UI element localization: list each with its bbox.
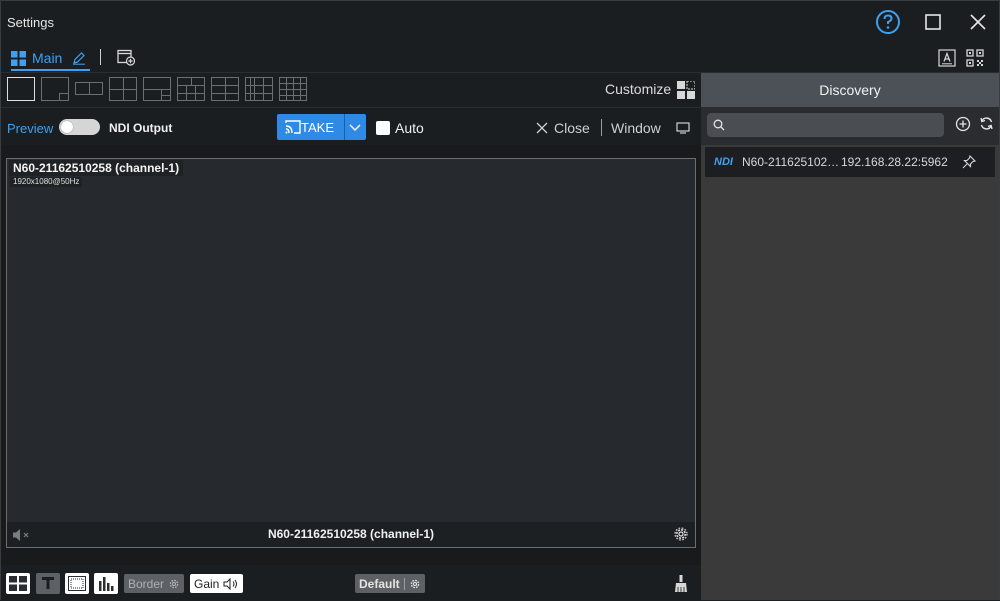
layout-sixteen[interactable] xyxy=(279,77,307,101)
discovery-title: Discovery xyxy=(819,82,881,98)
gear-icon xyxy=(169,579,179,588)
layout-one-plus-two[interactable] xyxy=(143,77,171,101)
maximize-button[interactable] xyxy=(917,7,949,37)
cast-icon xyxy=(285,120,301,134)
monitor-footer: N60-21162510258 (channel-1) xyxy=(7,522,695,547)
qr-code-button[interactable] xyxy=(966,49,984,72)
window-button[interactable]: Window xyxy=(611,120,661,136)
close-source-button[interactable]: Close xyxy=(554,120,590,136)
help-button[interactable] xyxy=(872,7,904,37)
video-monitor[interactable]: N60-21162510258 (channel-1) 1920x1080@50… xyxy=(6,158,696,548)
title-overlay-button[interactable] xyxy=(36,573,60,594)
bottom-toolbar: Border Gain Default xyxy=(1,565,701,601)
border-label: Border xyxy=(128,576,165,591)
custom-layout-icon xyxy=(677,80,696,99)
grid-view-button[interactable] xyxy=(6,573,30,594)
add-tab-button[interactable] xyxy=(117,49,136,71)
layout-single[interactable] xyxy=(7,77,35,101)
preview-stage: N60-21162510258 (channel-1) 1920x1080@50… xyxy=(1,145,701,565)
control-row: Preview NDI Output TAKE Auto Close Windo… xyxy=(1,107,701,145)
refresh-icon[interactable] xyxy=(979,116,994,131)
layout-side-by-side[interactable] xyxy=(75,82,103,95)
add-circle-icon[interactable] xyxy=(955,116,971,132)
default-label: Default xyxy=(359,576,400,591)
layout-pip[interactable] xyxy=(41,77,69,101)
resolution-label: 1920x1080@50Hz xyxy=(10,177,83,187)
default-preset-button[interactable]: Default xyxy=(355,574,425,593)
layout-quad[interactable] xyxy=(109,77,137,101)
search-icon xyxy=(713,119,725,131)
text-icon xyxy=(42,577,54,589)
discovery-search-input[interactable] xyxy=(707,113,944,137)
take-button[interactable]: TAKE xyxy=(277,114,366,140)
settings-window: Settings Main Customize Preview NDI Outp… xyxy=(0,0,1000,601)
text-box-icon xyxy=(938,49,956,67)
control-divider xyxy=(601,119,602,136)
title-bar: Settings xyxy=(1,1,999,43)
discovery-panel: Discovery NDI N60-211625102… 192.168.28.… xyxy=(701,73,999,600)
window-title: Settings xyxy=(7,15,54,30)
layout-six[interactable] xyxy=(211,77,239,101)
tab-main[interactable]: Main xyxy=(11,47,91,71)
help-icon xyxy=(876,10,900,34)
tab-row: Main xyxy=(1,43,999,73)
layout-row xyxy=(1,73,701,107)
broom-icon[interactable] xyxy=(674,575,688,593)
tab-main-label: Main xyxy=(32,50,63,66)
discovery-header: Discovery xyxy=(701,73,999,107)
level-meter-icon xyxy=(99,577,114,591)
gear-icon[interactable] xyxy=(674,527,688,541)
auto-label: Auto xyxy=(395,120,424,136)
gear-icon xyxy=(410,579,419,588)
close-icon xyxy=(970,14,986,30)
safe-area-icon xyxy=(68,576,86,591)
discovery-list-item[interactable]: NDI N60-211625102… 192.168.28.22:5962 xyxy=(705,147,995,177)
text-overlay-button[interactable] xyxy=(938,49,956,72)
pin-icon[interactable] xyxy=(962,155,976,169)
auto-checkbox[interactable] xyxy=(376,121,390,135)
discovery-toolbar xyxy=(701,107,999,145)
border-button[interactable]: Border xyxy=(124,574,185,593)
gain-label: Gain xyxy=(194,576,220,591)
chevron-down-icon[interactable] xyxy=(349,124,361,132)
tab-divider xyxy=(100,49,101,65)
monitor-icon[interactable] xyxy=(676,122,690,134)
ndi-output-toggle[interactable] xyxy=(59,119,100,135)
source-name-label: N60-21162510258 (channel-1) xyxy=(9,160,184,176)
close-window-button[interactable] xyxy=(962,7,994,37)
preview-label: Preview xyxy=(7,121,54,136)
safe-area-button[interactable] xyxy=(65,573,89,594)
audio-meter-button[interactable] xyxy=(94,573,118,594)
qr-code-icon xyxy=(966,49,984,67)
take-label: TAKE xyxy=(301,120,334,135)
customize-label[interactable]: Customize xyxy=(605,81,671,97)
ndi-badge: NDI xyxy=(714,156,733,168)
maximize-icon xyxy=(925,14,941,30)
speaker-icon xyxy=(223,577,238,590)
source-name: N60-211625102… xyxy=(742,155,840,169)
gain-button[interactable]: Gain xyxy=(190,574,244,593)
source-address: 192.168.28.22:5962 xyxy=(841,155,948,169)
layout-nine[interactable] xyxy=(245,77,273,101)
add-window-icon xyxy=(117,49,136,66)
grid-icon xyxy=(9,576,27,591)
ndi-output-label: NDI Output xyxy=(109,121,173,135)
grid-icon xyxy=(11,50,26,66)
customize-button[interactable] xyxy=(677,80,696,104)
footer-source-name: N60-21162510258 (channel-1) xyxy=(267,527,435,541)
close-icon[interactable] xyxy=(536,122,548,134)
layout-five[interactable] xyxy=(177,77,205,101)
pencil-icon[interactable] xyxy=(72,51,86,65)
